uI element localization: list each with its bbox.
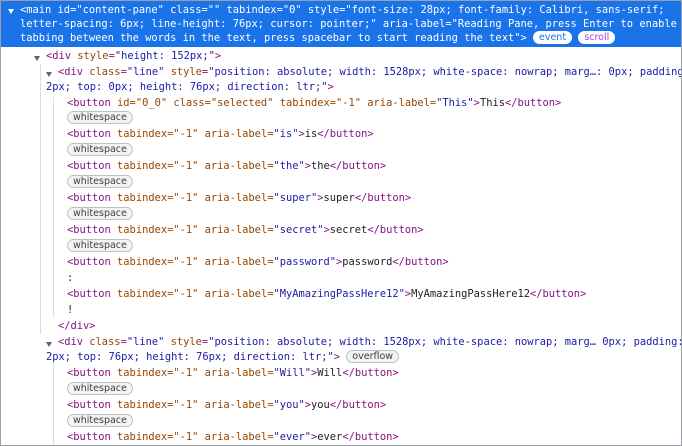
button-node-is[interactable]: <button tabindex="-1" aria-label="is">is… [67, 126, 374, 142]
attr-id: id [57, 4, 71, 16]
whitespace-node[interactable]: whitespace [67, 110, 133, 126]
button-node-myamazingpasshere12[interactable]: <button tabindex="-1" aria-label="MyAmaz… [67, 286, 586, 302]
div-close-tag[interactable]: </div> [58, 318, 96, 334]
indent-guide [40, 64, 41, 334]
attr-tabindex: tabindex [220, 4, 277, 16]
dom-node-div-height[interactable]: <div style="height: 152px;"> [46, 48, 221, 64]
whitespace-badge: whitespace [67, 207, 133, 220]
whitespace-node[interactable]: whitespace [67, 142, 133, 158]
indent-guide [53, 97, 54, 317]
whitespace-badge: whitespace [67, 382, 133, 395]
whitespace-badge: whitespace [67, 175, 133, 188]
attr-id-value: "content-pane" [76, 4, 164, 16]
indent-guide [53, 362, 54, 445]
whitespace-node[interactable]: whitespace [67, 381, 133, 397]
expand-triangle-icon[interactable] [8, 9, 14, 14]
main-node-line-3-text: tabbing between the words in the text, p… [20, 32, 527, 44]
dom-node-div-line-1-cont: 2px; top: 0px; height: 76px; direction: … [46, 81, 334, 93]
text-node-colon[interactable]: : [67, 270, 73, 286]
whitespace-badge: whitespace [67, 414, 133, 427]
elements-panel: <main id="content-pane" class="" tabinde… [0, 0, 682, 446]
whitespace-node[interactable]: whitespace [67, 413, 133, 429]
expand-triangle-icon[interactable] [46, 342, 52, 347]
dom-node-div-line-2[interactable]: <div class="line" style="position: absol… [58, 334, 681, 350]
attr-tabindex-value: "0" [282, 4, 302, 16]
whitespace-badge: whitespace [67, 239, 133, 252]
button-node-super[interactable]: <button tabindex="-1" aria-label="super"… [67, 190, 411, 206]
main-node-line-3: tabbing between the words in the text, p… [20, 30, 616, 46]
button-node-secret[interactable]: <button tabindex="-1" aria-label="secret… [67, 222, 424, 238]
main-tag-open: <main [20, 4, 58, 16]
text-node-bang[interactable]: ! [67, 302, 73, 318]
overflow-badge[interactable]: overflow [346, 350, 400, 363]
expand-triangle-icon[interactable] [34, 56, 40, 61]
whitespace-node[interactable]: whitespace [67, 174, 133, 190]
event-badge[interactable]: event [532, 31, 573, 44]
whitespace-badge: whitespace [67, 111, 133, 124]
selected-dom-node-main[interactable]: <main id="content-pane" class="" tabinde… [1, 1, 681, 47]
attr-class-value: "" [207, 4, 221, 16]
dom-node-div-line-1[interactable]: <div class="line" style="position: absol… [58, 64, 681, 80]
button-node-the[interactable]: <button tabindex="-1" aria-label="the">t… [67, 158, 386, 174]
button-node-you[interactable]: <button tabindex="-1" aria-label="you">y… [67, 397, 386, 413]
expand-triangle-icon[interactable] [46, 72, 52, 77]
button-node-password[interactable]: <button tabindex="-1" aria-label="passwo… [67, 254, 449, 270]
button-node-will[interactable]: <button tabindex="-1" aria-label="Will">… [67, 365, 399, 381]
button-node-this[interactable]: <button id="0_0" class="selected" tabind… [67, 95, 561, 111]
scroll-badge[interactable]: scroll [578, 31, 616, 44]
whitespace-badge: whitespace [67, 143, 133, 156]
button-node-ever[interactable]: <button tabindex="-1" aria-label="ever">… [67, 429, 399, 445]
dom-node-div-line-2-cont: 2px; top: 76px; height: 76px; direction:… [46, 349, 400, 365]
attr-style: style [301, 4, 340, 16]
whitespace-node[interactable]: whitespace [67, 206, 133, 222]
attr-class: class [163, 4, 202, 16]
attr-style-value: "font-size: 28px; font-family: Calibri, … [345, 4, 665, 16]
whitespace-node[interactable]: whitespace [67, 238, 133, 254]
